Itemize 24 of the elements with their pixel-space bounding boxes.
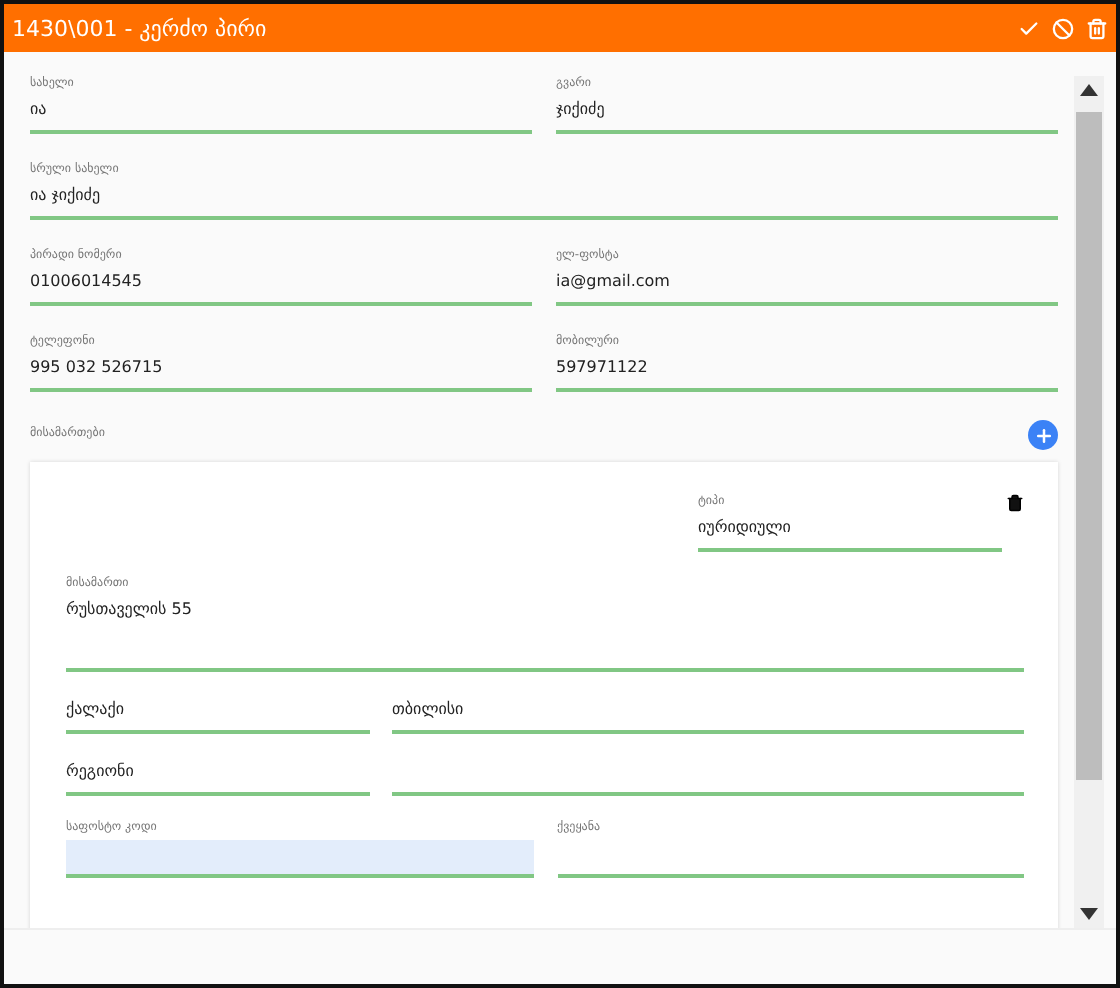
text-field[interactable]: თბილისი [392, 696, 1024, 734]
add-button[interactable] [1028, 420, 1058, 450]
plus-icon [1033, 425, 1053, 445]
delete-icon[interactable] [1006, 494, 1024, 512]
text-field[interactable]: ჯიქიძე [556, 96, 1058, 134]
text-field[interactable]: ია ჯიქიძე [30, 182, 1058, 220]
scrollbar[interactable] [1074, 76, 1104, 928]
text-field[interactable]: ქალაქი [66, 696, 370, 734]
scrollbar-thumb[interactable] [1076, 112, 1102, 780]
text-field[interactable]: რუსთაველის 55 [66, 596, 1024, 672]
ban-icon[interactable] [1052, 17, 1074, 39]
scroll-up-icon[interactable] [1080, 84, 1098, 96]
text-field[interactable]: 01006014545 [30, 268, 532, 306]
text-field[interactable]: იურიდიული [698, 514, 1002, 552]
window-title: 1430\001 - კერძო პირი [12, 15, 267, 41]
text-field[interactable]: რეგიონი [66, 758, 370, 796]
trash-icon[interactable] [1086, 17, 1108, 39]
text-field[interactable]: 995 032 526715 [30, 354, 532, 392]
text-field[interactable]: ia@gmail.com [556, 268, 1058, 306]
check-icon[interactable] [1018, 17, 1040, 39]
scroll-down-icon[interactable] [1080, 908, 1098, 920]
text-field[interactable]: 597971122 [556, 354, 1058, 392]
text-field[interactable] [66, 840, 533, 878]
text-field[interactable]: ია [30, 96, 532, 134]
